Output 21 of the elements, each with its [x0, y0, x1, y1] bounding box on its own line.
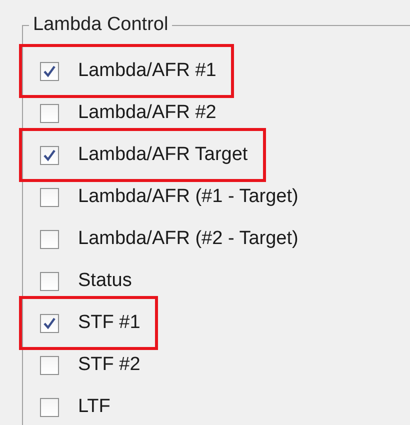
checkbox-label[interactable]: Status — [78, 270, 132, 292]
checkbox[interactable] — [40, 188, 59, 206]
checkbox[interactable] — [40, 314, 59, 332]
checkbox-label[interactable]: Lambda/AFR (#2 - Target) — [78, 228, 298, 250]
checkbox-label[interactable]: Lambda/AFR (#1 - Target) — [78, 186, 298, 208]
checkbox-label[interactable]: STF #1 — [78, 312, 140, 334]
checkbox[interactable] — [40, 398, 59, 416]
checkbox-label[interactable]: Lambda/AFR #2 — [78, 102, 216, 124]
checkbox[interactable] — [40, 62, 59, 80]
checkbox-label[interactable]: Lambda/AFR #1 — [78, 60, 216, 82]
checkbox-label[interactable]: LTF — [78, 396, 110, 418]
checkbox[interactable] — [40, 230, 59, 248]
checkbox[interactable] — [40, 272, 59, 290]
checkbox[interactable] — [40, 146, 59, 164]
check-icon — [43, 148, 56, 162]
checkbox-label[interactable]: Lambda/AFR Target — [78, 144, 248, 166]
check-icon — [43, 316, 56, 330]
check-icon — [43, 64, 56, 78]
checkbox[interactable] — [40, 356, 59, 374]
checkbox[interactable] — [40, 104, 59, 122]
checkbox-label[interactable]: STF #2 — [78, 354, 140, 376]
